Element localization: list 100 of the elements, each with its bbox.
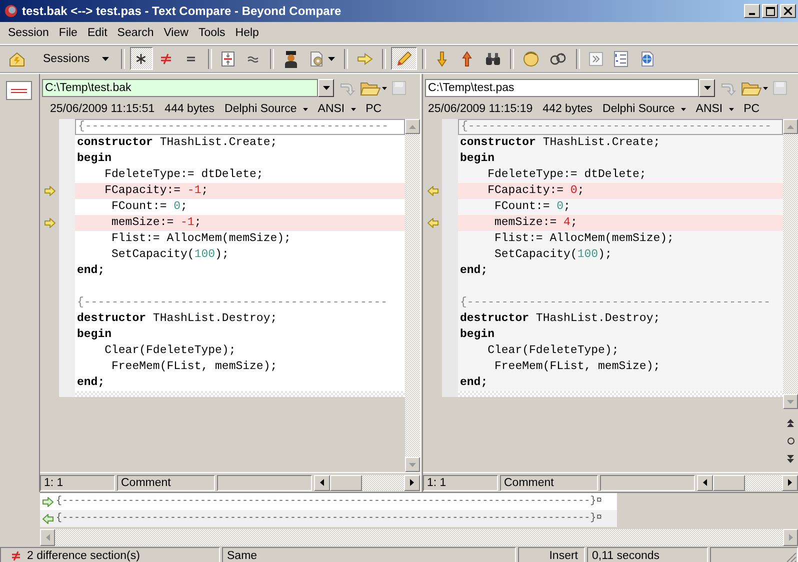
minimize-button[interactable] xyxy=(744,4,760,18)
maximize-icon xyxy=(766,6,774,16)
app-icon xyxy=(4,4,18,18)
down-arrow-icon xyxy=(437,50,448,66)
scroll-down-button[interactable] xyxy=(783,394,798,409)
edit-button[interactable] xyxy=(390,47,417,70)
caret-icon xyxy=(410,479,414,486)
last-difference-icon[interactable] xyxy=(787,454,794,462)
menu-item[interactable]: Search xyxy=(112,25,159,41)
file-date: 25/06/2009 11:15:19 xyxy=(428,103,533,115)
scroll-up-button[interactable] xyxy=(783,119,798,134)
edit-mode: Insert xyxy=(518,547,585,562)
scroll-left-button[interactable] xyxy=(697,474,713,490)
arrow-icon[interactable] xyxy=(42,514,54,524)
caret-icon xyxy=(703,479,707,486)
caret-icon xyxy=(302,108,308,110)
caret-icon xyxy=(728,108,734,110)
compare-time: 0,11 seconds xyxy=(587,547,708,562)
code-comment: {-------------------------------------------- xyxy=(458,295,783,311)
dropdown-button[interactable] xyxy=(318,79,334,97)
close-button[interactable] xyxy=(780,4,796,18)
caret-icon xyxy=(320,479,324,486)
path-field[interactable]: C:\Temp\test.pas xyxy=(425,79,699,97)
caret-icon xyxy=(409,124,416,128)
compare-line: {----------------------------------------------------------------------------------------}¤ xyxy=(56,496,602,507)
line-ending: PC xyxy=(744,103,760,115)
caret-icon xyxy=(409,462,416,466)
menu-item[interactable]: Help xyxy=(230,25,264,41)
overview-thumbnail[interactable] xyxy=(6,81,32,100)
code-comment: {-------------------------------------------- xyxy=(458,119,783,135)
encoding-dropdown[interactable]: ANSI xyxy=(318,103,356,115)
merge-arrow-icon[interactable] xyxy=(426,218,438,228)
merge-arrow-icon[interactable] xyxy=(44,186,56,196)
binoculars-icon xyxy=(484,52,501,66)
merge-arrow-icon[interactable] xyxy=(44,218,56,228)
caret-icon xyxy=(787,400,794,404)
caret-icon xyxy=(788,479,792,486)
comparison-state: Same xyxy=(222,547,516,562)
cursor-position: 1: 1 xyxy=(40,474,115,490)
asterisk-icon xyxy=(135,52,148,64)
file-size: 444 bytes xyxy=(164,103,215,115)
encoding-dropdown[interactable]: ANSI xyxy=(696,103,734,115)
menu-item[interactable]: View xyxy=(158,25,194,41)
caret-icon xyxy=(322,86,330,90)
merge-arrow-icon[interactable] xyxy=(426,186,438,196)
format-dropdown[interactable]: Delphi Source xyxy=(224,103,308,115)
dropdown-button[interactable] xyxy=(699,79,715,97)
person-icon xyxy=(282,50,299,68)
gear-document-icon xyxy=(308,50,325,66)
sessions-button[interactable]: Sessions xyxy=(32,47,116,70)
menu-item[interactable]: Session xyxy=(3,25,54,41)
first-difference-icon[interactable] xyxy=(787,418,794,426)
window-title: test.bak <--> test.pas - Text Compare - Beyond Compare xyxy=(22,4,342,18)
caret-icon xyxy=(102,56,109,60)
line-ending: PC xyxy=(366,103,382,115)
chevrons-icon xyxy=(589,52,604,66)
pencil-icon xyxy=(394,50,413,68)
globe-document-icon xyxy=(638,50,655,66)
menu-item[interactable]: Edit xyxy=(82,25,112,41)
syntax-context: Comment xyxy=(500,474,598,490)
caret-icon xyxy=(350,108,356,110)
folder-icon[interactable] xyxy=(360,80,388,96)
diff-lines-icon xyxy=(221,50,236,66)
caret-icon xyxy=(787,124,794,128)
caret-icon xyxy=(704,86,710,90)
compare-line: {----------------------------------------------------------------------------------------}¤ xyxy=(56,513,602,524)
code-comment: {-------------------------------------------- xyxy=(75,295,405,311)
head-icon xyxy=(522,50,539,68)
scroll-down-button[interactable] xyxy=(405,457,420,472)
scrollbar-thumb[interactable] xyxy=(713,474,745,490)
swap-icon xyxy=(548,52,567,66)
folder-icon[interactable] xyxy=(741,80,769,96)
numbered-list-icon xyxy=(614,50,628,66)
file-size: 442 bytes xyxy=(542,103,593,115)
scrollbar-thumb[interactable] xyxy=(330,474,362,490)
right-arrow-icon xyxy=(356,52,373,64)
circle-icon[interactable] xyxy=(786,436,794,444)
arrow-icon[interactable] xyxy=(42,496,54,506)
not-equal-icon xyxy=(160,52,172,64)
caret-icon xyxy=(46,534,50,541)
cursor-position: 1: 1 xyxy=(423,474,498,490)
scroll-up-button[interactable] xyxy=(405,119,420,134)
show-all-button[interactable] xyxy=(130,47,153,70)
resize-grip-icon[interactable] xyxy=(786,552,797,562)
format-dropdown[interactable]: Delphi Source xyxy=(602,103,686,115)
caret-icon xyxy=(788,534,792,541)
scroll-right-button[interactable] xyxy=(782,474,798,490)
caret-icon xyxy=(328,56,335,60)
house-icon xyxy=(8,50,26,66)
path-field[interactable]: C:\Temp\test.bak xyxy=(42,79,318,97)
code-comment: {-------------------------------------------- xyxy=(75,119,405,135)
maximize-button[interactable] xyxy=(762,4,778,18)
menu-item[interactable]: File xyxy=(54,25,82,41)
syntax-context: Comment xyxy=(117,474,215,490)
close-icon xyxy=(784,7,792,15)
file-date: 25/06/2009 11:15:51 xyxy=(50,103,155,115)
caret-icon xyxy=(680,108,686,110)
scroll-left-button[interactable] xyxy=(314,474,330,490)
scroll-right-button[interactable] xyxy=(404,474,420,490)
menu-item[interactable]: Tools xyxy=(193,25,230,41)
